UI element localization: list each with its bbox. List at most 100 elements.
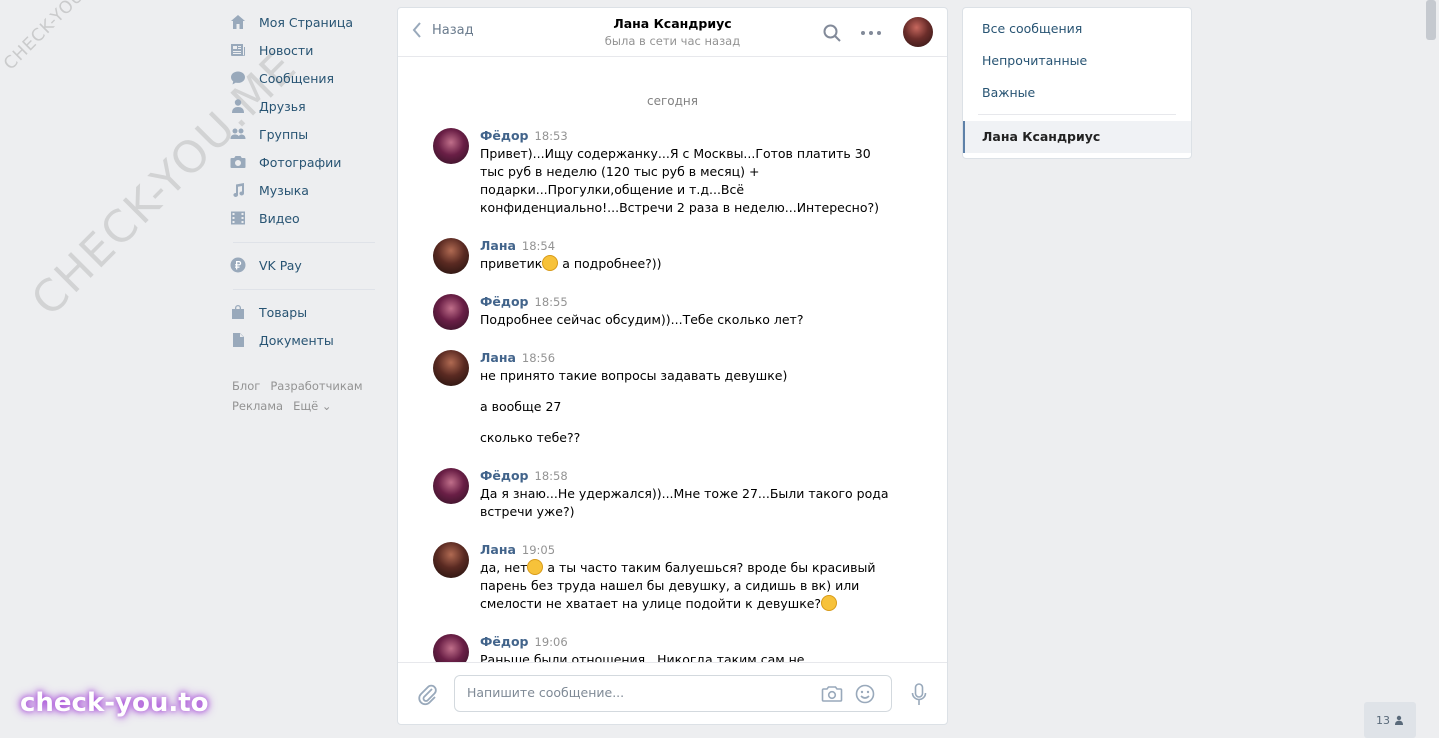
smile-icon[interactable] [855, 684, 875, 704]
person-icon [1395, 715, 1403, 725]
sidebar-item-friends[interactable]: Друзья [229, 92, 379, 120]
grin-emoji-icon [542, 255, 559, 271]
document-icon [229, 331, 247, 349]
avatar[interactable] [433, 128, 469, 164]
filter-unread[interactable]: Непрочитанные [963, 45, 1191, 77]
message-author[interactable]: Фёдор [480, 468, 529, 483]
message-text: сколько тебе?? [480, 430, 581, 445]
message-input[interactable] [467, 685, 807, 700]
footer-link-more[interactable]: Ещё ⌄ [293, 399, 331, 413]
footer-link-ads[interactable]: Реклама [232, 399, 283, 413]
friends-icon [229, 97, 247, 115]
sidebar-item-news[interactable]: Новости [229, 36, 379, 64]
message-text: Привет)...Ищу содержанку...Я с Москвы...… [480, 146, 880, 215]
active-conversation[interactable]: Лана Ксандриус [963, 121, 1191, 153]
message: Лана 18:56 не принято такие вопросы задав… [433, 350, 893, 447]
message-time[interactable]: 19:06 [535, 635, 568, 649]
avatar[interactable] [433, 238, 469, 274]
messages-icon [229, 69, 247, 87]
sidebar-item-label: Моя Страница [259, 14, 353, 30]
online-friends-badge[interactable]: 13 [1364, 702, 1416, 738]
message: Фёдор 18:53 Привет)...Ищу содержанку...Я … [433, 128, 893, 217]
shopping-bag-icon [229, 303, 247, 321]
sidebar-item-label: Группы [259, 126, 309, 142]
sidebar-item-label: Видео [259, 210, 300, 226]
microphone-icon[interactable] [911, 683, 927, 707]
message-time[interactable]: 19:05 [522, 543, 555, 557]
message-composer [398, 662, 947, 724]
sidebar-item-label: VK Pay [259, 257, 302, 273]
sidebar-item-label: Музыка [259, 182, 309, 198]
news-icon [229, 41, 247, 59]
message-time[interactable]: 18:55 [535, 295, 568, 309]
sidebar-item-label: Новости [259, 42, 314, 58]
left-sidebar: Моя Страница Новости Сообщения Друзья Гр… [229, 8, 379, 416]
message-author[interactable]: Фёдор [480, 294, 529, 309]
chat-window: Назад Лана Ксандриус была в сети час наз… [397, 7, 948, 725]
message-time[interactable]: 18:56 [522, 351, 555, 365]
sidebar-item-label: Сообщения [259, 70, 335, 86]
message-time[interactable]: 18:54 [522, 239, 555, 253]
filter-important[interactable]: Важные [963, 77, 1191, 109]
music-icon [229, 181, 247, 199]
sidebar-item-my-page[interactable]: Моя Страница [229, 8, 379, 36]
video-icon [229, 209, 247, 227]
camera-icon [229, 153, 247, 171]
message: Лана 18:54 приветик а подробнее?)) [433, 238, 893, 274]
avatar[interactable] [433, 350, 469, 386]
home-icon [229, 13, 247, 31]
sidebar-item-photos[interactable]: Фотографии [229, 148, 379, 176]
message-list: сегодня Фёдор 18:53 Привет)...Ищу содержа… [398, 58, 947, 663]
search-icon[interactable] [822, 23, 842, 43]
sidebar-item-video[interactable]: Видео [229, 204, 379, 232]
footer-link-dev[interactable]: Разработчикам [270, 379, 362, 393]
sidebar-item-goods[interactable]: Товары [229, 298, 379, 326]
message: Лана 19:05 да, нет а ты часто таким балуе… [433, 542, 893, 613]
message: Фёдор 19:06 Раньше были отношения...Никог… [433, 634, 893, 663]
sidebar-item-label: Товары [259, 304, 308, 320]
message-author[interactable]: Лана [480, 238, 516, 253]
vkpay-icon [229, 256, 247, 274]
brand-badge: check-you.to [20, 688, 209, 718]
message-time[interactable]: 18:53 [535, 129, 568, 143]
message-author[interactable]: Фёдор [480, 128, 529, 143]
message-input-box[interactable] [454, 675, 892, 712]
sidebar-item-label: Фотографии [259, 154, 342, 170]
sidebar-item-label: Друзья [259, 98, 306, 114]
sidebar-divider [233, 289, 375, 290]
filter-divider [978, 114, 1176, 115]
sidebar-item-messages[interactable]: Сообщения [229, 64, 379, 92]
avatar[interactable] [433, 542, 469, 578]
message-time[interactable]: 18:58 [535, 469, 568, 483]
message-text: не принято такие вопросы задавать девушк… [480, 368, 788, 383]
paperclip-icon[interactable] [418, 684, 438, 706]
avatar[interactable] [433, 634, 469, 663]
message-text: а вообще 27 [480, 399, 562, 414]
sidebar-divider [233, 242, 375, 243]
message-text: приветик а подробнее?)) [480, 255, 662, 271]
avatar[interactable] [433, 294, 469, 330]
sidebar-item-documents[interactable]: Документы [229, 326, 379, 354]
day-separator: сегодня [647, 94, 698, 108]
sidebar-item-vkpay[interactable]: VK Pay [229, 251, 379, 279]
message: Фёдор 18:55 Подробнее сейчас обсудим))...… [433, 294, 893, 330]
message-author[interactable]: Лана [480, 542, 516, 557]
camera-icon[interactable] [821, 684, 843, 704]
message-author[interactable]: Лана [480, 350, 516, 365]
sidebar-item-music[interactable]: Музыка [229, 176, 379, 204]
wink-emoji-icon [821, 595, 838, 611]
message-author[interactable]: Фёдор [480, 634, 529, 649]
avatar[interactable] [433, 468, 469, 504]
message-text: Да я знаю...Не удержался))...Мне тоже 27… [480, 486, 889, 519]
smile-emoji-icon [527, 559, 544, 575]
page-scrollbar[interactable] [1423, 0, 1439, 738]
scrollbar-thumb[interactable] [1426, 0, 1436, 40]
watermark-small: CHECK-YOU.ME [0, 0, 113, 75]
filter-all-messages[interactable]: Все сообщения [963, 13, 1191, 45]
page: CHECK-YOU.ME CHECK-YOU.ME check-you.to М… [0, 0, 1439, 738]
footer-link-blog[interactable]: Блог [232, 379, 260, 393]
more-icon[interactable] [860, 23, 882, 43]
peer-avatar[interactable] [903, 17, 933, 47]
sidebar-item-label: Документы [259, 332, 334, 348]
sidebar-item-groups[interactable]: Группы [229, 120, 379, 148]
